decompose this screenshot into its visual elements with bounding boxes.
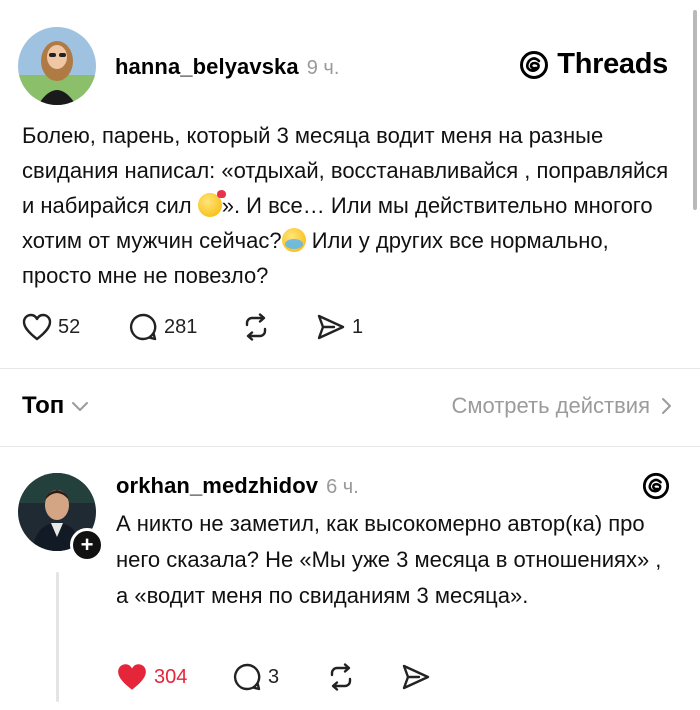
reply-like-count: 304	[154, 665, 188, 688]
reply-text: А никто не заметил, как высокомерно авто…	[116, 511, 662, 608]
share-button[interactable]: 1	[316, 313, 363, 341]
post-actions: 52 281 1	[22, 312, 363, 342]
chevron-down-icon	[72, 402, 89, 411]
post-time: 9 ч.	[306, 57, 340, 79]
repost-button[interactable]	[241, 312, 316, 342]
reply-comment-button[interactable]: 3	[232, 662, 326, 692]
sort-dropdown[interactable]: Топ	[22, 392, 90, 420]
comment-button[interactable]: 281	[128, 312, 241, 342]
repost-icon	[330, 663, 352, 691]
reply-meta: orkhan_medzhidov 6 ч.	[116, 473, 359, 499]
crying-face-emoji	[281, 228, 306, 252]
send-icon	[402, 664, 430, 690]
comment-count: 281	[164, 315, 198, 338]
threads-logo-icon	[520, 50, 549, 79]
reply-repost-button[interactable]	[326, 662, 401, 692]
like-count: 52	[58, 315, 81, 338]
author-username[interactable]: hanna_belyavska	[115, 54, 299, 80]
divider	[0, 368, 700, 369]
send-icon	[317, 314, 345, 340]
comment-icon	[233, 663, 261, 691]
reply-share-button[interactable]	[401, 663, 431, 691]
threads-brand[interactable]: Threads	[519, 48, 668, 81]
thread-line	[56, 572, 59, 702]
reply-comment-count: 3	[268, 665, 280, 688]
follow-plus-button[interactable]: +	[70, 528, 104, 562]
reply-time: 6 ч.	[326, 476, 359, 498]
post-meta: hanna_belyavska 9 ч.	[115, 54, 339, 80]
heart-filled-icon	[118, 664, 146, 690]
author-avatar[interactable]	[18, 27, 96, 105]
view-actions-link[interactable]: Смотреть действия	[451, 393, 672, 419]
reply-username[interactable]: orkhan_medzhidov	[116, 473, 318, 499]
share-count: 1	[352, 315, 364, 338]
threads-logo-icon	[642, 472, 670, 500]
repost-icon	[245, 313, 267, 341]
comment-icon	[129, 313, 157, 341]
threads-logo-button[interactable]	[642, 472, 670, 505]
heart-icon	[22, 313, 52, 341]
sort-label: Топ	[22, 392, 65, 419]
reply-like-button[interactable]: 304	[116, 662, 232, 692]
kissing-face-emoji	[197, 190, 226, 217]
view-actions-label: Смотреть действия	[451, 393, 650, 418]
threads-label: Threads	[557, 48, 668, 80]
post-text: Болею, парень, который 3 месяца водит ме…	[22, 118, 672, 293]
chevron-right-icon	[662, 398, 671, 414]
divider	[0, 446, 700, 447]
like-button[interactable]: 52	[22, 313, 128, 341]
reply-actions: 304 3	[116, 662, 431, 692]
scrollbar-thumb[interactable]	[693, 10, 697, 210]
